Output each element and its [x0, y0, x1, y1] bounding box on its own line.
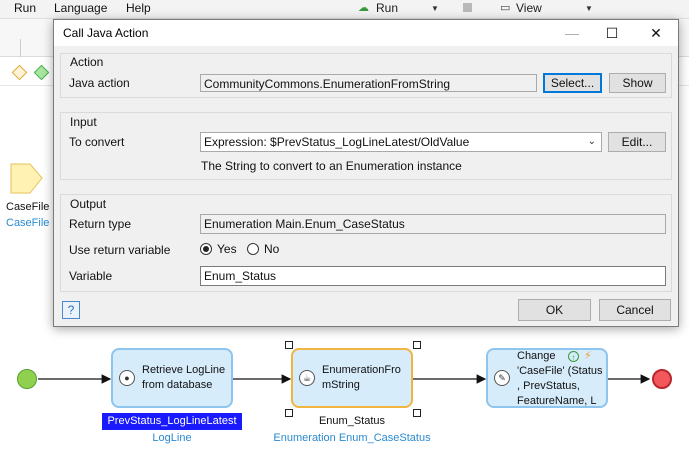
- close-icon[interactable]: ✕: [636, 20, 676, 46]
- java-action-output-var: Enum_Status: [318, 415, 386, 427]
- output-group: Output Return type Enumeration Main.Enum…: [60, 194, 672, 292]
- java-action-activity[interactable]: ☕ EnumerationFro mString: [291, 348, 413, 408]
- selection-handle[interactable]: [413, 409, 421, 417]
- java-action-label: Java action: [69, 76, 130, 90]
- input-group: Input To convert Expression: $PrevStatus…: [60, 112, 672, 180]
- use-return-variable-label: Use return variable: [69, 243, 171, 257]
- menu-run[interactable]: Run: [14, 1, 36, 15]
- java-action-field: CommunityCommons.EnumerationFromString: [200, 74, 537, 92]
- view-button[interactable]: View: [516, 1, 542, 15]
- parameter-name: CaseFile: [6, 201, 50, 213]
- no-radio[interactable]: [247, 243, 259, 255]
- cancel-button[interactable]: Cancel: [599, 299, 671, 321]
- java-action-line2: mString: [322, 379, 360, 391]
- yes-radio[interactable]: [200, 243, 212, 255]
- monitor-icon: ▭: [500, 2, 511, 14]
- selection-handle[interactable]: [413, 341, 421, 349]
- change-object-line1: Change: [517, 350, 556, 362]
- menu-language[interactable]: Language: [54, 1, 107, 15]
- retrieve-activity[interactable]: ● Retrieve LogLine from database: [111, 348, 233, 408]
- run-icon: ☁: [358, 2, 369, 14]
- stop-icon[interactable]: [463, 3, 472, 12]
- menu-bar: Run Language Help ☁ Run ▼ ▭ View ▼: [0, 0, 689, 19]
- start-event[interactable]: [17, 369, 37, 389]
- to-convert-label: To convert: [69, 135, 125, 149]
- to-convert-dropdown[interactable]: Expression: $PrevStatus_LogLineLatest/Ol…: [200, 132, 602, 152]
- output-variable-highlight[interactable]: PrevStatus_LogLineLatest: [102, 413, 242, 430]
- java-action-line1: EnumerationFro: [322, 364, 401, 376]
- retrieve-activity-line1: Retrieve LogLine: [142, 364, 226, 376]
- select-button[interactable]: Select...: [543, 73, 602, 93]
- output-type-label: LogLine: [152, 432, 192, 444]
- to-convert-value: Expression: $PrevStatus_LogLineLatest/Ol…: [204, 135, 470, 149]
- parameter-type: CaseFile: [6, 217, 50, 229]
- run-button[interactable]: Run: [376, 1, 398, 15]
- green-diamond-icon[interactable]: [33, 64, 50, 81]
- to-convert-description: The String to convert to an Enumeration …: [201, 159, 462, 173]
- java-action-output-type: Enumeration Enum_CaseStatus: [273, 432, 431, 444]
- change-object-line4: FeatureName, L: [517, 395, 597, 407]
- change-object-line3: , PrevStatus,: [517, 380, 580, 392]
- change-object-line2: 'CaseFile' (Status: [517, 365, 603, 377]
- variable-label: Variable: [69, 269, 113, 283]
- end-event[interactable]: [652, 369, 672, 389]
- java-action-icon: ☕: [299, 370, 315, 386]
- action-group: Action Java action CommunityCommons.Enum…: [60, 53, 672, 98]
- return-type-field: Enumeration Main.Enum_CaseStatus: [200, 214, 666, 234]
- retrieve-icon: ●: [119, 370, 135, 386]
- parameter-icon[interactable]: [10, 163, 44, 195]
- edit-button[interactable]: Edit...: [608, 132, 666, 152]
- dialog-titlebar[interactable]: Call Java Action — ☐ ✕: [54, 20, 678, 46]
- selection-handle[interactable]: [285, 341, 293, 349]
- input-heading: Input: [70, 115, 97, 129]
- return-type-label: Return type: [69, 217, 132, 231]
- menu-help[interactable]: Help: [126, 1, 151, 15]
- chevron-down-icon[interactable]: ⌄: [588, 133, 596, 151]
- ok-button[interactable]: OK: [518, 299, 591, 321]
- yes-radio-label[interactable]: Yes: [217, 242, 237, 256]
- no-radio-label[interactable]: No: [264, 242, 279, 256]
- lightning-icon: ⚡: [584, 350, 592, 362]
- show-button[interactable]: Show: [609, 73, 666, 93]
- change-object-activity[interactable]: ✎ Change ↑ ⚡ 'CaseFile' (Status , PrevSt…: [486, 348, 608, 408]
- call-java-action-dialog: Call Java Action — ☐ ✕ Action Java actio…: [53, 19, 679, 327]
- output-heading: Output: [70, 197, 107, 211]
- maximize-icon[interactable]: ☐: [592, 20, 632, 46]
- action-heading: Action: [70, 55, 104, 69]
- retrieve-activity-line2: from database: [142, 379, 213, 391]
- dialog-title: Call Java Action: [63, 26, 149, 40]
- variable-input[interactable]: Enum_Status: [200, 266, 666, 286]
- help-icon[interactable]: ?: [62, 301, 80, 319]
- orange-diamond-icon[interactable]: [11, 64, 28, 81]
- change-object-icon: ✎: [494, 370, 510, 386]
- commit-icon: ↑: [568, 351, 579, 362]
- view-dropdown-icon[interactable]: ▼: [585, 4, 593, 13]
- minimize-icon[interactable]: —: [552, 20, 592, 46]
- run-dropdown-icon[interactable]: ▼: [431, 4, 439, 13]
